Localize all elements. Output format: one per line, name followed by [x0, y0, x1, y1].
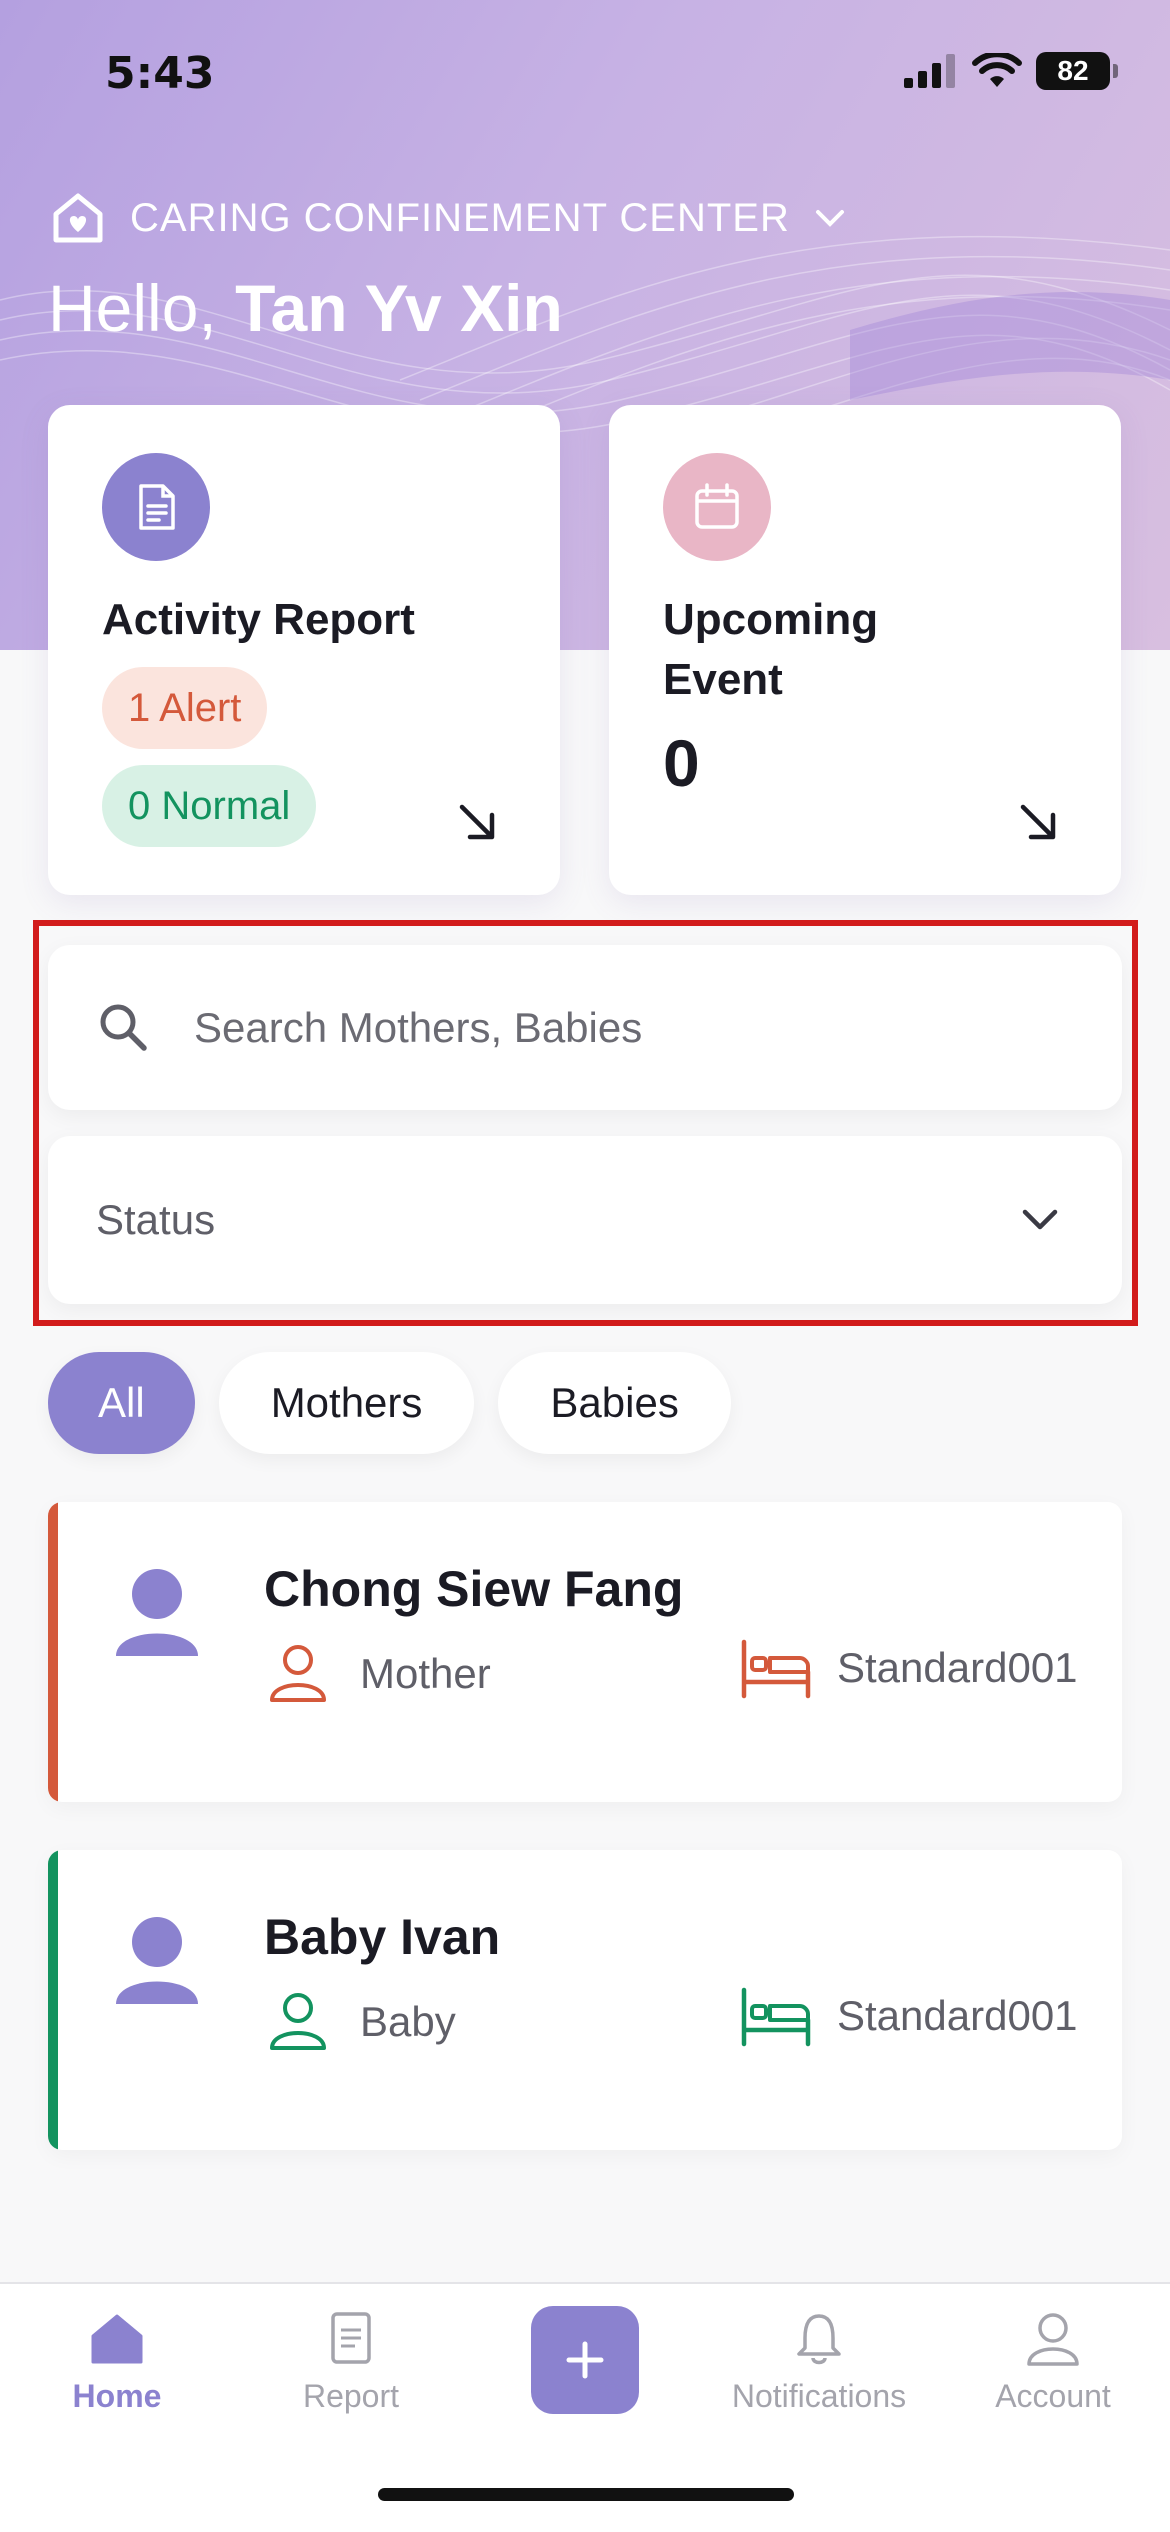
- search-bar[interactable]: [48, 945, 1122, 1110]
- account-icon: [1027, 2313, 1079, 2366]
- baby-person-icon: [270, 1993, 326, 2050]
- chevron-down-icon: [1022, 1209, 1058, 1230]
- tab-account[interactable]: Account: [936, 2308, 1170, 2415]
- filter-chips: All Mothers Babies: [48, 1352, 731, 1454]
- person-name: Baby Ivan: [264, 1909, 501, 1965]
- home-heart-icon: [53, 193, 103, 243]
- status-accent-bar: [48, 1850, 58, 2150]
- center-name: CARING CONFINEMENT CENTER: [130, 195, 790, 240]
- calendar-icon: [663, 453, 771, 561]
- upcoming-event-card[interactable]: Upcoming Event 0: [609, 405, 1121, 895]
- home-indicator: [378, 2488, 794, 2501]
- room-label: Standard001: [837, 1644, 1078, 1691]
- filter-mothers[interactable]: Mothers: [218, 1352, 475, 1454]
- upcoming-event-count: 0: [663, 726, 700, 800]
- add-button[interactable]: [531, 2306, 639, 2414]
- status-time: 5:43: [105, 48, 215, 99]
- plus-icon: [566, 2341, 604, 2379]
- person-name: Chong Siew Fang: [264, 1561, 684, 1617]
- document-icon: [102, 453, 210, 561]
- avatar-icon: [116, 1569, 198, 1656]
- search-icon: [100, 1004, 147, 1051]
- filter-babies[interactable]: Babies: [498, 1352, 731, 1454]
- home-icon: [91, 2314, 143, 2364]
- bed-icon: [741, 1639, 811, 1699]
- arrow-down-right-icon: [1020, 804, 1056, 840]
- list-item[interactable]: Baby Ivan Baby Standard001: [48, 1850, 1122, 2150]
- greeting: Hello, Tan Yv Xin: [48, 271, 563, 345]
- person-role: Mother: [360, 1650, 491, 1697]
- upcoming-event-title: Upcoming Event: [663, 595, 879, 704]
- activity-report-title: Activity Report: [102, 595, 415, 644]
- avatar-icon: [116, 1917, 198, 2004]
- mother-person-icon: [270, 1645, 326, 1702]
- signal-icon: [904, 54, 955, 88]
- activity-report-card[interactable]: Activity Report 1 Alert 0 Normal: [48, 405, 560, 895]
- normal-badge[interactable]: 0 Normal: [102, 765, 317, 847]
- chevron-down-icon: [815, 210, 844, 227]
- wifi-icon: [972, 53, 1022, 87]
- status-accent-bar: [48, 1502, 58, 1802]
- filter-all[interactable]: All: [48, 1352, 195, 1454]
- battery-indicator: 82: [1036, 52, 1118, 90]
- bell-icon: [797, 2314, 841, 2365]
- alert-badge[interactable]: 1 Alert: [102, 667, 268, 749]
- status-dropdown[interactable]: Status: [48, 1136, 1122, 1304]
- person-role: Baby: [360, 1998, 456, 2045]
- user-name: Tan Yv Xin: [216, 271, 563, 345]
- search-input[interactable]: [194, 1003, 1074, 1052]
- center-selector[interactable]: CARING CONFINEMENT CENTER: [48, 188, 848, 248]
- tab-home-label: Home: [72, 2378, 162, 2414]
- tab-report-label: Report: [302, 2378, 400, 2414]
- tab-report[interactable]: Report: [234, 2308, 468, 2415]
- list-item[interactable]: Chong Siew Fang Mother Standard001: [48, 1502, 1122, 1802]
- bed-icon: [741, 1987, 811, 2047]
- status-dropdown-label: Status: [96, 1196, 216, 1243]
- room-label: Standard001: [837, 1992, 1078, 2039]
- status-bar: 5:43 82: [0, 0, 1170, 140]
- report-icon: [331, 2312, 371, 2364]
- tab-account-label: Account: [995, 2378, 1111, 2414]
- tab-notifications-label: Notifications: [731, 2378, 907, 2414]
- tab-home[interactable]: Home: [0, 2308, 234, 2415]
- arrow-down-right-icon: [459, 804, 495, 840]
- tab-notifications[interactable]: Notifications: [702, 2308, 936, 2415]
